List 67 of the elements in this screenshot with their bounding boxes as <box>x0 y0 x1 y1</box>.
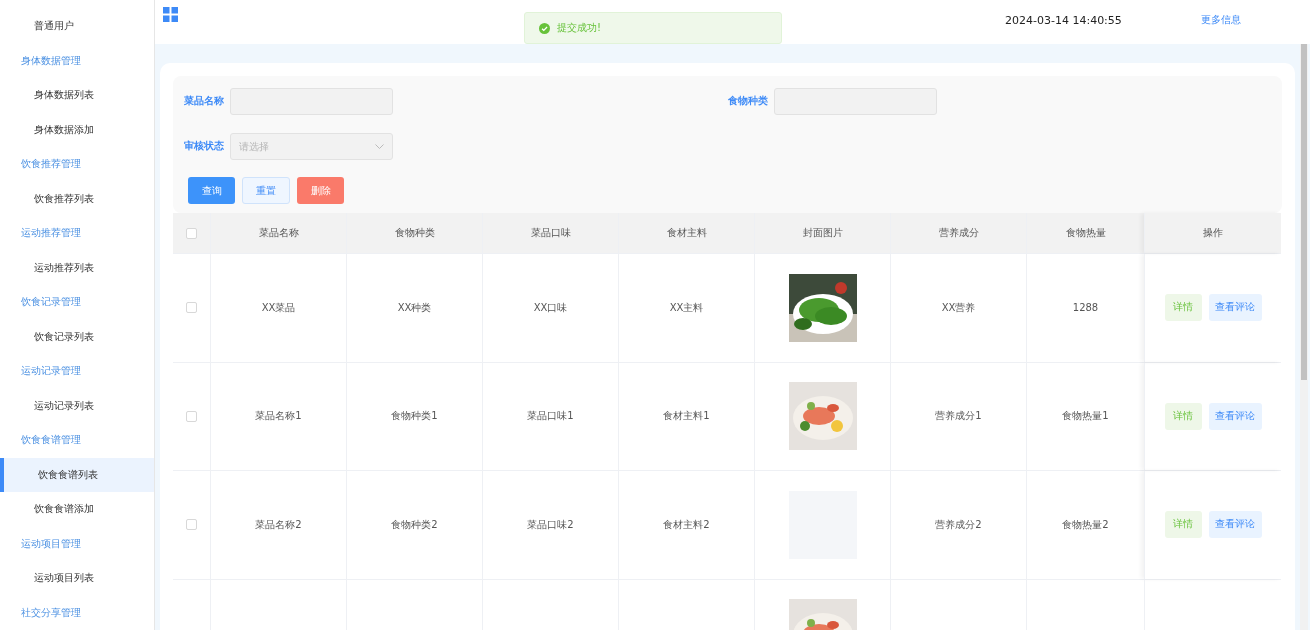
view-comments-button[interactable]: 查看评论 <box>1208 402 1262 430</box>
grid-menu-icon[interactable] <box>163 7 178 22</box>
table-cell: 食物种类2 <box>391 517 438 532</box>
table-cell: 食材主料1 <box>663 409 710 424</box>
column-header: 封面图片 <box>802 226 843 240</box>
table-cell: XX口味 <box>533 300 568 315</box>
more-info-link[interactable]: 更多信息 <box>1200 13 1241 27</box>
menu-item[interactable]: 身体数据列表 <box>0 78 154 113</box>
view-comments-button[interactable]: 查看评论 <box>1208 294 1262 322</box>
column-header: 菜品口味 <box>530 226 571 240</box>
column-header: 菜品名称 <box>258 226 299 240</box>
menu-item[interactable]: 普通用户 <box>0 9 154 44</box>
menu-group-title[interactable]: 饮食推荐管理 <box>0 147 154 182</box>
field-label: 菜品名称 <box>184 95 225 108</box>
table-cell: XX菜品 <box>261 300 296 315</box>
field-label: 食物种类 <box>728 95 769 108</box>
table-cell: 营养成分2 <box>935 517 982 532</box>
menu-group-title[interactable]: 饮食记录管理 <box>0 285 154 320</box>
field-label: 审核状态 <box>184 140 225 153</box>
toast-message: 提交成功! <box>557 21 601 35</box>
table-cell: 菜品口味2 <box>527 517 574 532</box>
details-button[interactable]: 详情 <box>1164 294 1202 322</box>
delete-button[interactable]: 删除 <box>297 177 344 204</box>
column-header: 食物种类 <box>394 226 435 240</box>
menu-item[interactable]: 饮食推荐列表 <box>0 181 154 216</box>
menu-item[interactable]: 运动推荐列表 <box>0 250 154 285</box>
check-circle-icon <box>539 22 550 34</box>
datetime-text: 2024-03-14 14:40:55 <box>1005 14 1122 27</box>
column-header: 食物热量 <box>1065 226 1106 240</box>
menu-item[interactable]: 运动项目列表 <box>0 561 154 596</box>
column-header: 营养成分 <box>938 226 979 240</box>
table-cell: 1288 <box>1072 302 1099 314</box>
view-comments-button[interactable]: 查看评论 <box>1208 511 1262 539</box>
column-header: 操作 <box>1203 226 1223 240</box>
details-button[interactable]: 详情 <box>1164 511 1202 539</box>
menu-item[interactable]: 饮食食谱添加 <box>0 492 154 527</box>
details-button[interactable]: 详情 <box>1164 402 1202 430</box>
table-cell: 食材主料2 <box>663 517 710 532</box>
menu-item[interactable]: 运动记录列表 <box>0 388 154 423</box>
table-cell: 菜品名称1 <box>255 409 302 424</box>
column-header: 食材主料 <box>666 226 707 240</box>
table-cell: 食物热量1 <box>1062 409 1109 424</box>
table-cell: 营养成分1 <box>935 409 982 424</box>
table-cell: 菜品口味1 <box>527 409 574 424</box>
checkbox[interactable] <box>186 302 197 314</box>
table-cell: 食物种类1 <box>391 409 438 424</box>
table-cell: XX主料 <box>669 300 704 315</box>
menu-item[interactable]: 饮食记录列表 <box>0 319 154 354</box>
search-button[interactable]: 查询 <box>188 177 235 204</box>
menu-group-title[interactable]: 运动推荐管理 <box>0 216 154 251</box>
menu-group-title[interactable]: 身体数据管理 <box>0 43 154 78</box>
checkbox[interactable] <box>186 519 197 531</box>
scrollbar[interactable] <box>1300 44 1308 630</box>
checkbox[interactable] <box>186 410 197 422</box>
menu-item[interactable]: 饮食食谱列表 <box>0 457 154 492</box>
table-cell: XX营养 <box>941 300 976 315</box>
menu-group-title[interactable]: 运动记录管理 <box>0 354 154 389</box>
table-cell: 食物热量2 <box>1062 517 1109 532</box>
chevron-down-icon <box>375 144 384 149</box>
table-cell: XX种类 <box>397 300 432 315</box>
checkbox[interactable] <box>186 227 197 239</box>
menu-group-title[interactable]: 运动项目管理 <box>0 526 154 561</box>
menu-item[interactable]: 身体数据添加 <box>0 112 154 147</box>
menu-group-title[interactable]: 饮食食谱管理 <box>0 423 154 458</box>
reset-button[interactable]: 重置 <box>242 177 290 204</box>
table-cell: 菜品名称2 <box>255 517 302 532</box>
menu-group-title[interactable]: 社交分享管理 <box>0 595 154 630</box>
